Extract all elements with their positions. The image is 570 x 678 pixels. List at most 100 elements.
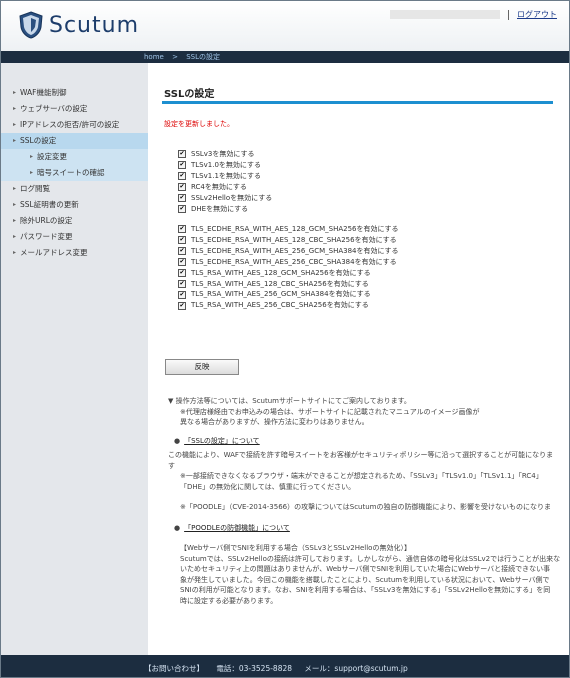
checkbox[interactable]: ✔: [178, 290, 186, 299]
checkbox[interactable]: ✔: [178, 161, 186, 170]
protocol-options: ✔ SSLv3を無効にする ✔ TLSv1.0を無効にする ✔ TLSv1.1を無効に…: [178, 149, 272, 214]
option-label: SSLv3を無効にする: [191, 150, 255, 158]
sidebar: ▸ WAF機能制御 ▸ ウェブサーバの設定 ▸ IPアドレスの拒否/許可の設定 ▸ SS…: [1, 63, 148, 655]
sidebar-item-ip-filter[interactable]: ▸ IPアドレスの拒否/許可の設定: [1, 117, 148, 133]
checkbox[interactable]: ✔: [178, 150, 186, 159]
checkbox[interactable]: ✔: [178, 247, 186, 256]
protocol-option[interactable]: ✔ SSLv3を無効にする: [178, 149, 272, 160]
protocol-option[interactable]: ✔ TLSv1.0を無効にする: [178, 160, 272, 171]
cipher-option[interactable]: ✔ TLS_ECDHE_RSA_WITH_AES_256_GCM_SHA384を有…: [178, 246, 399, 257]
protocol-option[interactable]: ✔ SSLv2Helloを無効にする: [178, 193, 272, 204]
checkbox[interactable]: ✔: [178, 194, 186, 203]
checkbox[interactable]: ✔: [178, 204, 186, 213]
status-notice: 設定を更新しました。: [164, 120, 234, 128]
checkbox[interactable]: ✔: [178, 269, 186, 278]
breadcrumb-separator: >: [172, 53, 178, 61]
sidebar-item-label: 除外URLの設定: [20, 216, 73, 225]
arrow-right-icon: ▸: [13, 121, 17, 128]
option-label: RC4を無効にする: [191, 182, 247, 191]
header-right: ログアウト: [390, 9, 557, 20]
cipher-option[interactable]: ✔ TLS_RSA_WITH_AES_256_GCM_SHA384を有効にする: [178, 289, 399, 300]
footer-email[interactable]: メール：support@scutum.jp: [304, 664, 407, 673]
checkbox[interactable]: ✔: [178, 301, 186, 310]
sidebar-item-label: IPアドレスの拒否/許可の設定: [20, 120, 120, 129]
sidebar-item-label: WAF機能制御: [20, 88, 67, 97]
info-text: Scutumでは、SSLv2Helloの接続は許可しております。しかしながら、通…: [180, 554, 561, 563]
option-label: TLS_RSA_WITH_AES_256_GCM_SHA384を有効にする: [191, 290, 371, 299]
sidebar-item-label: SSL証明書の更新: [20, 200, 79, 209]
sidebar-item-password[interactable]: ▸ パスワード変更: [1, 229, 148, 245]
page-title: SSLの設定: [164, 89, 215, 100]
main-content: SSLの設定 設定を更新しました。 ✔ SSLv3を無効にする ✔ TLSv1.0を…: [148, 63, 569, 655]
breadcrumb: home > SSLの設定: [144, 52, 226, 62]
info-text: いためセキュリティ上の問題はありませんが、Webサーバ側でSNIを利用していた場…: [180, 565, 551, 573]
title-underline: [162, 101, 553, 104]
info-text: この機能により、WAFで接続を許す暗号スイートをお客様がセキュリティポリシー等に…: [168, 451, 554, 459]
protocol-option[interactable]: ✔ RC4を無効にする: [178, 182, 272, 193]
breadcrumb-bar: home > SSLの設定: [1, 51, 569, 63]
footer-contact: 【お問い合わせ】 電話：03-3525-8828 メール：support@scu…: [144, 663, 418, 674]
checkbox[interactable]: ✔: [178, 236, 186, 245]
sidebar-subitem-settings[interactable]: ▸ 設定変更: [1, 149, 148, 165]
user-info-redacted: [390, 10, 500, 19]
checkbox[interactable]: ✔: [178, 225, 186, 234]
arrow-right-icon: ▸: [13, 233, 17, 240]
apply-button[interactable]: 反映: [165, 359, 239, 375]
bullet-icon: ●: [174, 436, 181, 445]
cipher-option[interactable]: ✔ TLS_ECDHE_RSA_WITH_AES_128_CBC_SHA256を有…: [178, 235, 399, 246]
info-section: ▼ 操作方法等については、Scutumサポートサイトにてご案内しております。 ※…: [168, 396, 568, 606]
ssl-settings-help-link[interactable]: 「SSLの設定」について: [184, 437, 260, 445]
sidebar-item-label: SSLの設定: [20, 136, 57, 145]
sidebar-item-email[interactable]: ▸ メールアドレス変更: [1, 245, 148, 261]
bullet-icon: ●: [174, 523, 181, 532]
checkbox[interactable]: ✔: [178, 258, 186, 267]
cipher-option[interactable]: ✔ TLS_RSA_WITH_AES_128_CBC_SHA256を有効にする: [178, 279, 399, 290]
sidebar-item-label: ログ閲覧: [20, 184, 50, 193]
info-text: 象が発生していました。今回この機能を搭載したことにより、Scutumを利用してい…: [180, 575, 550, 584]
poodle-help-link[interactable]: 「POODLEの防御機能」について: [184, 524, 290, 532]
sidebar-item-ssl[interactable]: ▸ SSLの設定: [1, 133, 148, 149]
cipher-options: ✔ TLS_ECDHE_RSA_WITH_AES_128_GCM_SHA256を有…: [178, 224, 399, 311]
checkbox[interactable]: ✔: [178, 183, 186, 192]
arrow-right-icon: ▸: [13, 201, 17, 208]
arrow-right-icon: ▸: [30, 153, 34, 160]
checkbox[interactable]: ✔: [178, 279, 186, 288]
option-label: TLS_ECDHE_RSA_WITH_AES_128_CBC_SHA256を有効…: [191, 235, 397, 244]
info-text: 時に設定する必要があります。: [180, 596, 278, 605]
footer-phone: 電話：03-3525-8828: [216, 664, 293, 673]
logout-link[interactable]: ログアウト: [517, 9, 557, 20]
info-text: SNIの利用が可能となります。なお、SNIを利用する場合は、「SSLv3を無効に…: [180, 586, 551, 594]
breadcrumb-home[interactable]: home: [144, 53, 164, 61]
sidebar-item-label: 暗号スイートの確認: [37, 168, 105, 177]
info-text: ※代理店様経由でお申込みの場合は、サポートサイトに記載されたマニュアルのイメージ…: [180, 407, 480, 416]
breadcrumb-current: SSLの設定: [186, 53, 220, 61]
checkbox[interactable]: ✔: [178, 172, 186, 181]
protocol-option[interactable]: ✔ TLSv1.1を無効にする: [178, 171, 272, 182]
logo[interactable]: Scutum: [19, 11, 139, 39]
protocol-option[interactable]: ✔ DHEを無効にする: [178, 204, 272, 215]
sidebar-subitem-cipher-check[interactable]: ▸ 暗号スイートの確認: [1, 165, 148, 181]
option-label: TLS_ECDHE_RSA_WITH_AES_256_CBC_SHA384を有効…: [191, 257, 397, 266]
sidebar-item-exclude-url[interactable]: ▸ 除外URLの設定: [1, 213, 148, 229]
info-text: ※一部接続できなくなるブラウザ・端末ができることが想定されるため、「SSLv3」…: [180, 472, 543, 480]
cipher-option[interactable]: ✔ TLS_RSA_WITH_AES_256_CBC_SHA256を有効にする: [178, 300, 399, 311]
cipher-option[interactable]: ✔ TLS_ECDHE_RSA_WITH_AES_256_CBC_SHA384を有…: [178, 257, 399, 268]
sidebar-item-webserver[interactable]: ▸ ウェブサーバの設定: [1, 101, 148, 117]
cipher-option[interactable]: ✔ TLS_ECDHE_RSA_WITH_AES_128_GCM_SHA256を有…: [178, 224, 399, 235]
header: Scutum ログアウト: [1, 1, 569, 51]
cipher-option[interactable]: ✔ TLS_RSA_WITH_AES_128_GCM_SHA256を有効にする: [178, 268, 399, 279]
sidebar-item-waf-control[interactable]: ▸ WAF機能制御: [1, 85, 148, 101]
sidebar-item-logs[interactable]: ▸ ログ閲覧: [1, 181, 148, 197]
footer-contact-label: 【お問い合わせ】: [144, 664, 204, 673]
sidebar-item-cert-renew[interactable]: ▸ SSL証明書の更新: [1, 197, 148, 213]
divider: [508, 9, 509, 20]
sidebar-item-label: ウェブサーバの設定: [20, 104, 88, 113]
option-label: TLS_RSA_WITH_AES_128_CBC_SHA256を有効にする: [191, 279, 369, 288]
sidebar-item-label: パスワード変更: [20, 232, 73, 241]
option-label: SSLv2Helloを無効にする: [191, 193, 273, 202]
sidebar-item-label: メールアドレス変更: [20, 248, 88, 257]
info-text: 「DHE」の無効化に関しては、慎重に行ってください。: [180, 482, 356, 491]
option-label: TLS_RSA_WITH_AES_256_CBC_SHA256を有効にする: [191, 301, 369, 310]
option-label: TLS_ECDHE_RSA_WITH_AES_256_GCM_SHA384を有効…: [191, 246, 399, 255]
info-text: ▼ 操作方法等については、Scutumサポートサイトにてご案内しております。: [168, 397, 411, 405]
